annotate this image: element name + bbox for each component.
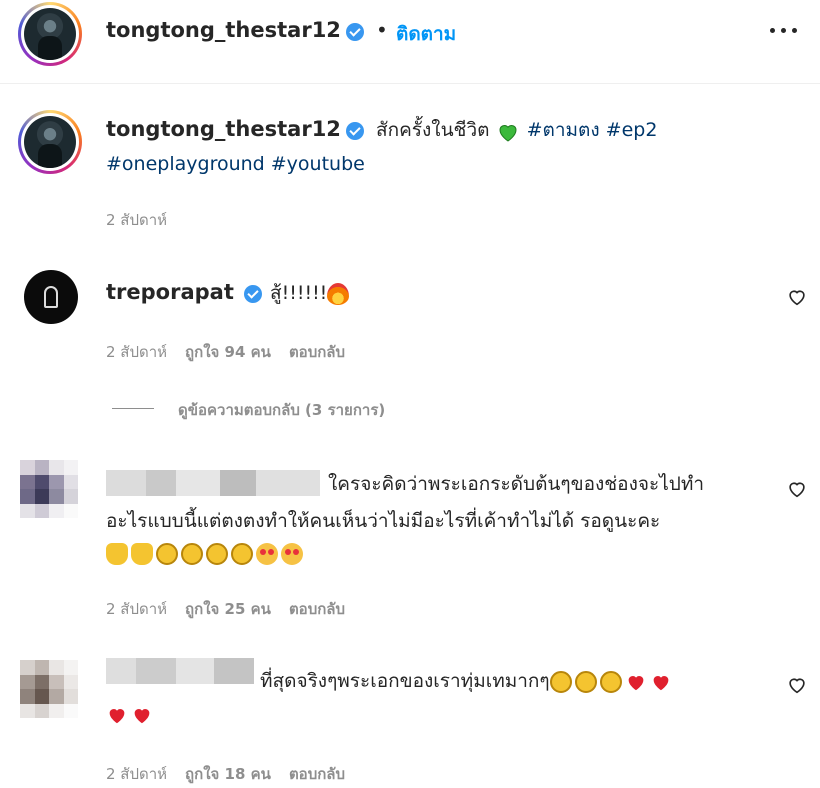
comment-avatar-blurred[interactable] — [20, 460, 78, 518]
comment-avatar-blurred[interactable] — [20, 660, 78, 718]
comment-text: สู้!!!!!! — [270, 277, 352, 309]
green-heart-icon — [496, 120, 518, 142]
heart-outline-icon[interactable] — [786, 674, 808, 696]
clap-emoji-icon — [574, 670, 597, 693]
clap-emoji-icon — [599, 670, 622, 693]
verified-badge-icon — [346, 122, 364, 140]
caption-username[interactable]: tongtong_thestar12 — [106, 117, 341, 141]
comment-likes[interactable]: ถูกใจ 94 คน — [185, 343, 271, 361]
blurred-username[interactable] — [106, 658, 254, 684]
verified-badge-icon — [346, 23, 364, 41]
comment-meta: 2 สัปดาห์ ถูกใจ 18 คน ตอบกลับ — [106, 762, 363, 786]
comment-avatar[interactable] — [24, 270, 78, 324]
author-avatar[interactable] — [18, 2, 82, 66]
comment-timestamp: 2 สัปดาห์ — [106, 600, 168, 618]
blurred-username[interactable] — [106, 470, 320, 496]
comment-username[interactable]: treporapat — [106, 280, 234, 304]
verified-badge-icon — [244, 285, 262, 303]
heart-outline-icon[interactable] — [786, 478, 808, 500]
caption-text: สักครั้งในชีวิต — [376, 119, 490, 141]
red-heart-icon — [131, 704, 153, 726]
comment-timestamp: 2 สัปดาห์ — [106, 343, 168, 361]
comment-timestamp: 2 สัปดาห์ — [106, 765, 168, 783]
clap-emoji-icon — [549, 670, 572, 693]
thumbs-up-emoji-icon — [106, 542, 128, 565]
view-replies-button[interactable]: ดูข้อความตอบกลับ (3 รายการ) — [178, 398, 385, 422]
clap-emoji-icon — [231, 542, 253, 565]
comment-emoji-row — [106, 537, 306, 569]
caption-avatar[interactable] — [18, 110, 82, 174]
author-username[interactable]: tongtong_thestar12 — [106, 18, 341, 42]
comment-emoji-row — [106, 698, 156, 730]
comment-text: ที่สุดจริงๆพระเอกของเราทุ่มเทมากๆ — [260, 665, 675, 697]
comment-body: สู้!!!!!! — [270, 282, 328, 304]
clap-emoji-icon — [206, 542, 228, 565]
comment-meta: 2 สัปดาห์ ถูกใจ 25 คน ตอบกลับ — [106, 597, 363, 621]
reply-button[interactable]: ตอบกลับ — [289, 343, 345, 361]
comment-meta: 2 สัปดาห์ ถูกใจ 94 คน ตอบกลับ — [106, 340, 363, 364]
reply-button[interactable]: ตอบกลับ — [289, 600, 345, 618]
comment-text-line2: อะไรแบบนี้แต่ตงตงทำให้คนเห็นว่าไม่มีอะไร… — [106, 510, 661, 532]
more-horizontal-icon[interactable] — [766, 20, 800, 40]
separator-dot: • — [376, 18, 388, 42]
post-header: tongtong_thestar12 • ติดตาม — [0, 0, 820, 84]
heart-eyes-emoji-icon — [256, 542, 278, 565]
caption-hashtags[interactable]: #ตามตง #ep2 — [527, 119, 658, 141]
caption-timestamp: 2 สัปดาห์ — [106, 211, 168, 229]
heart-eyes-emoji-icon — [281, 542, 303, 565]
caption-hashtags-line2[interactable]: #oneplayground #youtube — [106, 148, 365, 180]
red-heart-icon — [650, 671, 672, 693]
follow-button[interactable]: ติดตาม — [396, 19, 456, 49]
comment-likes[interactable]: ถูกใจ 25 คน — [185, 600, 271, 618]
comment-text-line1: ใครจะคิดว่าพระเอกระดับต้นๆของช่องจะไปทำ — [328, 473, 705, 495]
red-heart-icon — [625, 671, 647, 693]
clap-emoji-icon — [156, 542, 178, 565]
thumbs-up-emoji-icon — [131, 542, 153, 565]
red-heart-icon — [106, 704, 128, 726]
reply-button[interactable]: ตอบกลับ — [289, 765, 345, 783]
caption-text-line1: สักครั้งในชีวิต #ตามตง #ep2 — [376, 114, 657, 146]
fire-emoji-icon — [327, 282, 350, 305]
clap-emoji-icon — [181, 542, 203, 565]
heart-outline-icon[interactable] — [786, 286, 808, 308]
replies-divider — [112, 408, 154, 409]
comment-likes[interactable]: ถูกใจ 18 คน — [185, 765, 271, 783]
comment-body: ที่สุดจริงๆพระเอกของเราทุ่มเทมากๆ — [260, 670, 550, 692]
